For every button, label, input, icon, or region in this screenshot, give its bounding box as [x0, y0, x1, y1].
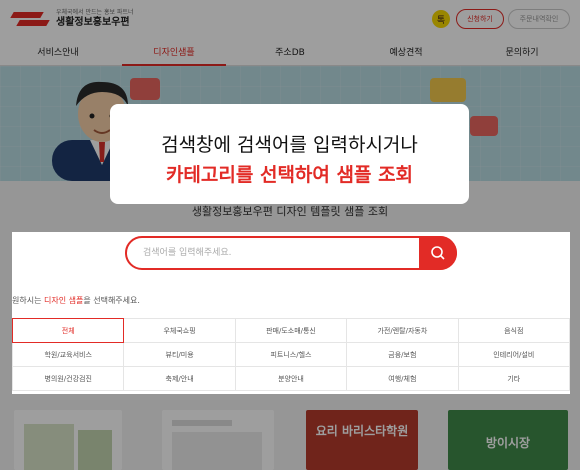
category-cell[interactable]: 인테리어/설비 [457, 342, 571, 367]
category-cell[interactable]: 뷰티/미용 [123, 342, 236, 367]
category-cell[interactable]: 가전/렌탈/자동차 [346, 318, 459, 343]
callout-line-1: 검색창에 검색어를 입력하시거나 [161, 134, 418, 156]
category-cell[interactable]: 축제/안내 [123, 366, 236, 391]
category-hint: 원하시는 디자인 샘플을 선택해주세요. [12, 296, 140, 305]
category-cell[interactable]: 학원/교육서비스 [11, 342, 125, 367]
site-header: 우체국에서 만드는 홍보 파트너 생활정보홍보우편 톡 신청하기 주문내역확인 [0, 0, 580, 40]
search-input[interactable] [143, 244, 413, 262]
search-icon [431, 246, 445, 260]
nav-item-address-db[interactable]: 주소DB [232, 40, 348, 65]
category-grid: 전체 우체국쇼핑 판매/도소매/통신 가전/렌탈/자동차 음식점 학원/교육서비… [11, 318, 571, 391]
thumbnail-title: 요리 바리스타학원 [315, 424, 409, 438]
nav-item-design-sample[interactable]: 디자인샘플 [116, 40, 232, 66]
sample-thumbnail[interactable]: 요리 바리스타학원 [306, 410, 418, 470]
nav-item-contact[interactable]: 문의하기 [464, 40, 580, 65]
kakao-talk-icon[interactable]: 톡 [432, 10, 450, 28]
nav-item-estimate[interactable]: 예상견적 [348, 40, 464, 65]
logo-tagline: 우체국에서 만드는 홍보 파트너 [56, 9, 134, 16]
sample-thumbnail[interactable]: 방이시장 [448, 410, 568, 470]
decor-card [470, 116, 498, 136]
category-cell[interactable]: 기타 [457, 366, 571, 391]
search-button[interactable] [419, 236, 457, 270]
category-cell[interactable]: 피트니스/헬스 [234, 342, 348, 367]
sample-thumbnail[interactable] [162, 410, 274, 470]
apply-button[interactable]: 신청하기 [456, 9, 504, 29]
logo-mark-icon [10, 8, 50, 30]
search-bar [125, 236, 457, 270]
category-cell[interactable]: 음식점 [457, 318, 571, 343]
page-title: 생활정보홍보우편 디자인 템플릿 샘플 조회 [191, 205, 389, 218]
category-cell[interactable]: 여행/체험 [346, 366, 459, 391]
category-cell[interactable]: 분양안내 [234, 366, 348, 391]
thumbnail-title: 방이시장 [485, 436, 531, 450]
category-all[interactable]: 전체 [11, 318, 125, 343]
logo-name: 생활정보홍보우편 [56, 17, 130, 28]
order-history-button[interactable]: 주문내역확인 [508, 9, 570, 29]
category-cell[interactable]: 병의원/건강검진 [11, 366, 125, 391]
site-logo[interactable]: 우체국에서 만드는 홍보 파트너 생활정보홍보우편 [10, 8, 134, 30]
nav-item-service[interactable]: 서비스안내 [0, 40, 116, 65]
tutorial-callout: 검색창에 검색어를 입력하시거나 카테고리를 선택하여 샘플 조회 [110, 104, 469, 204]
category-cell[interactable]: 판매/도소매/통신 [234, 318, 348, 343]
main-nav: 서비스안내 디자인샘플 주소DB 예상견적 문의하기 [0, 40, 580, 66]
sample-thumbnail[interactable] [14, 410, 122, 470]
callout-line-2: 카테고리를 선택하여 샘플 조회 [165, 164, 414, 186]
category-cell[interactable]: 금융/보험 [346, 342, 459, 367]
category-cell[interactable]: 우체국쇼핑 [123, 318, 236, 343]
decor-card [430, 78, 466, 102]
